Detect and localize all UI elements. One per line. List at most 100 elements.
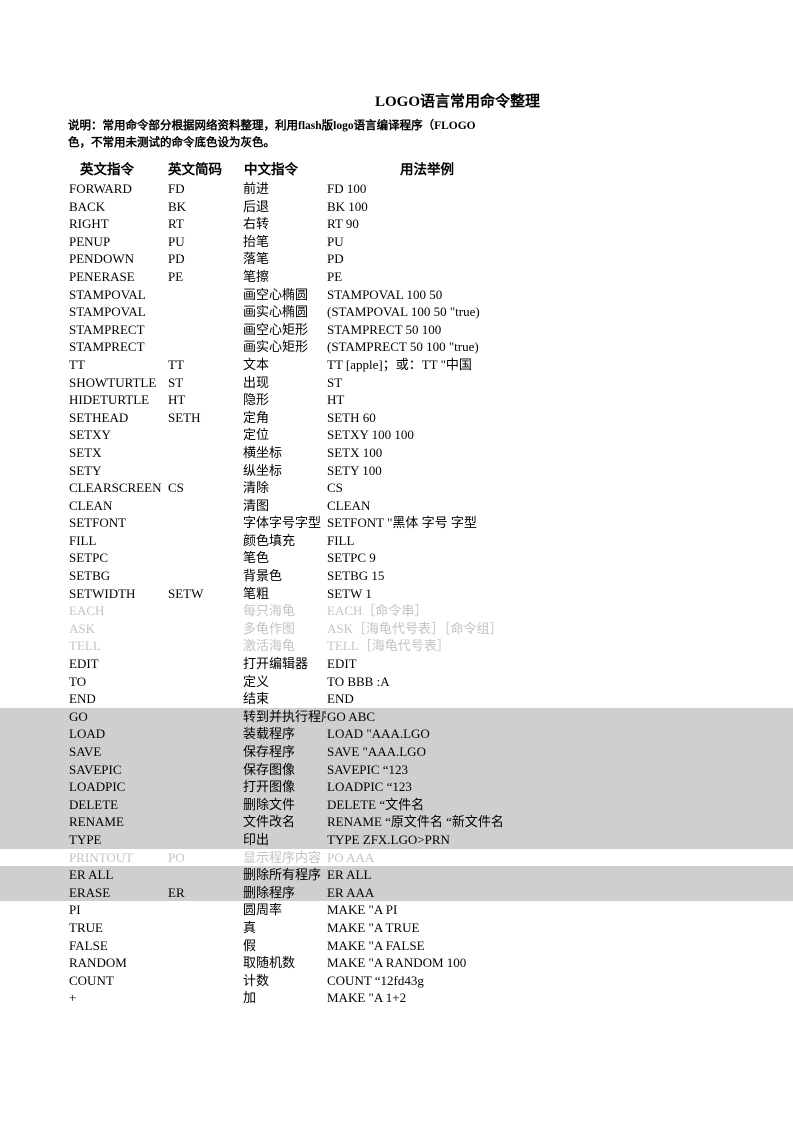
cell-usage-example: END xyxy=(327,691,354,707)
cell-usage-example: ER ALL xyxy=(327,867,372,883)
page-title-text: LOGO语言常用命令整理 xyxy=(374,94,540,110)
cell-english-command: SETY xyxy=(69,462,102,478)
command-table: 英文指令 英文简码 中文指令 用法举例 FORWARD FD 前进 FD 100 BAC… xyxy=(0,160,793,1007)
cell-english-shortcode: PD xyxy=(168,251,185,267)
cell-chinese-command: 文本 xyxy=(243,356,270,372)
cell-english-command: STAMPOVAL xyxy=(69,304,146,320)
cell-usage-example: MAKE "A PI xyxy=(327,902,398,918)
table-row: TRUE 真 MAKE "A TRUE xyxy=(0,919,793,937)
table-row: STAMPOVAL 画空心椭圆 STAMPOVAL 100 50 xyxy=(0,286,793,304)
table-row: DELETE 删除文件 DELETE “文件名 xyxy=(0,795,793,814)
cell-chinese-command: 定角 xyxy=(243,409,270,425)
cell-english-command: SETWIDTH xyxy=(69,585,136,601)
table-row: SHOWTURTLE ST 出现 ST xyxy=(0,374,793,392)
cell-english-command: FILL xyxy=(69,532,97,548)
table-row: TT TT 文本 TT [apple]；或：TT "中国 xyxy=(0,356,793,374)
table-row: SETBG 背景色 SETBG 15 xyxy=(0,567,793,585)
cell-english-command: + xyxy=(69,990,77,1006)
cell-chinese-command: 清图 xyxy=(243,497,270,513)
table-row: SETPC 笔色 SETPC 9 xyxy=(0,549,793,567)
table-row: SAVEPIC 保存图像 SAVEPIC “123 xyxy=(0,760,793,779)
cell-usage-example: EDIT xyxy=(327,656,357,672)
cell-chinese-command: 横坐标 xyxy=(243,444,283,460)
cell-chinese-command: 定义 xyxy=(243,673,270,689)
cell-english-command: TT xyxy=(69,356,85,372)
cell-english-command: EDIT xyxy=(69,656,99,672)
header-english-command: 英文指令 xyxy=(80,162,134,177)
table-row: PENUP PU 抬笔 PU xyxy=(0,233,793,251)
cell-usage-example: TT [apple]；或：TT "中国 xyxy=(327,356,472,372)
cell-chinese-command: 转到并执行程序 xyxy=(243,708,326,724)
table-row: ASK 多龟作图 ASK［海龟代号表］［命令组］ xyxy=(0,620,793,638)
cell-english-shortcode: SETH xyxy=(168,409,201,425)
cell-english-command: ER ALL xyxy=(69,867,114,883)
description-line-2: 色，不常用未测试的命令底色设为灰色。 xyxy=(68,137,275,149)
cell-english-shortcode: SETW xyxy=(168,585,204,601)
cell-chinese-command: 删除所有程序 xyxy=(243,867,322,883)
cell-chinese-command: 装载程序 xyxy=(243,726,296,742)
cell-usage-example: DELETE “文件名 xyxy=(327,796,425,812)
document-page: LOGO语言常用命令整理 说明：常用命令部分根据网络资料整理，利用flash版l… xyxy=(0,0,793,1122)
table-row: END 结束 END xyxy=(0,690,793,708)
cell-english-command: ASK xyxy=(69,620,96,636)
cell-english-command: STAMPOVAL xyxy=(69,286,146,302)
cell-usage-example: SETXY 100 100 xyxy=(327,427,414,443)
cell-chinese-command: 计数 xyxy=(243,972,270,988)
cell-english-command: TYPE xyxy=(69,831,102,847)
table-row: TELL 激活海龟 TELL［海龟代号表］ xyxy=(0,637,793,655)
table-row: FALSE 假 MAKE "A FALSE xyxy=(0,937,793,955)
cell-usage-example: LOAD "AAA.LGO xyxy=(327,726,430,742)
cell-usage-example: SETBG 15 xyxy=(327,568,385,584)
cell-english-shortcode: FD xyxy=(168,181,185,196)
cell-english-command: TO xyxy=(69,673,87,689)
cell-usage-example: COUNT “12fd43g xyxy=(327,972,424,988)
cell-english-command: SETFONT xyxy=(69,515,127,531)
cell-chinese-command: 取随机数 xyxy=(243,955,296,971)
cell-chinese-command: 笔色 xyxy=(243,550,270,566)
header-usage-example: 用法举例 xyxy=(400,162,454,177)
table-row: SETXY 定位 SETXY 100 100 xyxy=(0,426,793,444)
cell-chinese-command: 右转 xyxy=(243,216,270,232)
description-block: 说明：常用命令部分根据网络资料整理，利用flash版logo语言编译程序（FLO… xyxy=(68,118,538,154)
cell-chinese-command: 删除程序 xyxy=(243,884,296,900)
cell-usage-example: PU xyxy=(327,233,344,249)
cell-chinese-command: 加 xyxy=(243,990,257,1006)
table-row: RENAME 文件改名 RENAME “原文件名 “新文件名 xyxy=(0,813,793,831)
cell-usage-example: SETFONT "黑体 字号 字型 xyxy=(327,515,477,531)
table-row: PI 圆周率 MAKE "A PI xyxy=(0,901,793,919)
table-header-row: 英文指令 英文简码 中文指令 用法举例 xyxy=(0,160,793,180)
cell-chinese-command: 删除文件 xyxy=(243,796,296,812)
cell-usage-example: EACH［命令串］ xyxy=(327,603,428,619)
cell-chinese-command: 笔粗 xyxy=(243,585,270,601)
table-row: STAMPRECT 画实心矩形 (STAMPRECT 50 100 "true) xyxy=(0,338,793,356)
cell-chinese-command: 抬笔 xyxy=(243,233,270,249)
cell-chinese-command: 画实心矩形 xyxy=(243,339,309,355)
cell-chinese-command: 落笔 xyxy=(243,251,270,267)
cell-usage-example: (STAMPOVAL 100 50 "true) xyxy=(327,304,480,320)
table-row: RIGHT RT 右转 RT 90 xyxy=(0,215,793,233)
table-row: STAMPOVAL 画实心椭圆 (STAMPOVAL 100 50 "true) xyxy=(0,303,793,321)
cell-chinese-command: 画实心椭圆 xyxy=(243,304,309,320)
cell-usage-example: SETY 100 xyxy=(327,462,382,478)
cell-chinese-command: 纵坐标 xyxy=(243,462,283,478)
cell-usage-example: TYPE ZFX.LGO>PRN xyxy=(327,831,450,847)
cell-english-shortcode: PO xyxy=(168,849,185,865)
cell-english-command: PENERASE xyxy=(69,268,135,284)
cell-english-command: DELETE xyxy=(69,796,119,812)
cell-usage-example: SAVE "AAA.LGO xyxy=(327,744,426,759)
cell-chinese-command: 画空心矩形 xyxy=(243,321,309,337)
table-row: BACK BK 后退 BK 100 xyxy=(0,198,793,216)
cell-chinese-command: 后退 xyxy=(243,198,270,214)
cell-english-command: SETX xyxy=(69,444,102,460)
cell-usage-example: MAKE "A TRUE xyxy=(327,919,420,935)
cell-chinese-command: 保存图像 xyxy=(243,761,296,777)
cell-chinese-command: 保存程序 xyxy=(243,744,296,759)
cell-english-command: HIDETURTLE xyxy=(69,392,150,408)
cell-english-command: LOADPIC xyxy=(69,779,126,795)
table-row: SETWIDTH SETW 笔粗 SETW 1 xyxy=(0,585,793,603)
cell-english-command: LOAD xyxy=(69,726,106,742)
cell-usage-example: PO AAA xyxy=(327,849,375,865)
table-row: ER ALL 删除所有程序 ER ALL xyxy=(0,866,793,884)
cell-usage-example: RENAME “原文件名 “新文件名 xyxy=(327,814,504,830)
table-row: LOADPIC 打开图像 LOADPIC “123 xyxy=(0,778,793,796)
